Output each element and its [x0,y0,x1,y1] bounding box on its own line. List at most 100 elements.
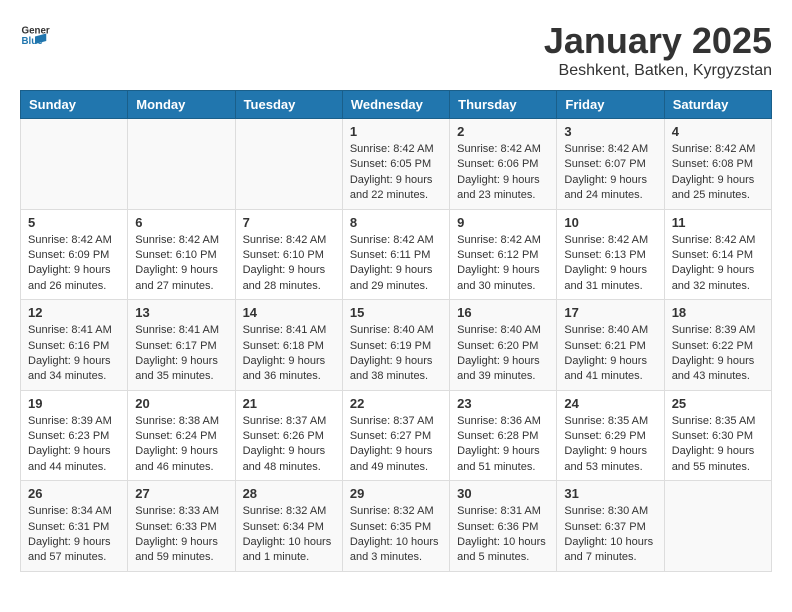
calendar-cell: 10 Sunrise: 8:42 AM Sunset: 6:13 PM Dayli… [557,209,664,300]
day-info: Sunrise: 8:34 AM Sunset: 6:31 PM Dayligh… [28,504,120,566]
day-info: Sunrise: 8:42 AM Sunset: 6:13 PM Dayligh… [564,233,656,295]
day-info: Sunrise: 8:35 AM Sunset: 6:29 PM Dayligh… [564,414,656,476]
calendar-cell: 8 Sunrise: 8:42 AM Sunset: 6:11 PM Daylig… [342,209,449,300]
day-number: 22 [350,396,442,411]
logo-icon: General Blue [20,20,50,50]
calendar: SundayMondayTuesdayWednesdayThursdayFrid… [20,90,772,572]
calendar-cell: 1 Sunrise: 8:42 AM Sunset: 6:05 PM Daylig… [342,119,449,210]
calendar-body: 1 Sunrise: 8:42 AM Sunset: 6:05 PM Daylig… [21,119,772,572]
day-info: Sunrise: 8:40 AM Sunset: 6:19 PM Dayligh… [350,323,442,385]
calendar-week-row: 19 Sunrise: 8:39 AM Sunset: 6:23 PM Dayli… [21,390,772,481]
day-number: 7 [243,215,335,230]
day-header: Saturday [664,91,771,119]
calendar-cell: 20 Sunrise: 8:38 AM Sunset: 6:24 PM Dayli… [128,390,235,481]
calendar-cell: 31 Sunrise: 8:30 AM Sunset: 6:37 PM Dayli… [557,481,664,572]
calendar-cell: 17Sunrise: 8:40 AM Sunset: 6:21 PM Dayli… [557,300,664,391]
day-number: 27 [135,486,227,501]
calendar-week-row: 12Sunrise: 8:41 AM Sunset: 6:16 PM Dayli… [21,300,772,391]
calendar-cell: 22 Sunrise: 8:37 AM Sunset: 6:27 PM Dayli… [342,390,449,481]
day-number: 1 [350,124,442,139]
day-number: 11 [672,215,764,230]
calendar-cell: 9 Sunrise: 8:42 AM Sunset: 6:12 PM Daylig… [450,209,557,300]
calendar-cell: 7 Sunrise: 8:42 AM Sunset: 6:10 PM Daylig… [235,209,342,300]
calendar-cell: 13 Sunrise: 8:41 AM Sunset: 6:17 PM Dayli… [128,300,235,391]
calendar-cell: 15 Sunrise: 8:40 AM Sunset: 6:19 PM Dayli… [342,300,449,391]
day-info: Sunrise: 8:40 AM Sunset: 6:20 PM Dayligh… [457,323,549,385]
month-title: January 2025 [544,20,772,62]
calendar-cell: 23 Sunrise: 8:36 AM Sunset: 6:28 PM Dayli… [450,390,557,481]
day-number: 19 [28,396,120,411]
calendar-cell: 6 Sunrise: 8:42 AM Sunset: 6:10 PM Daylig… [128,209,235,300]
day-header: Sunday [21,91,128,119]
calendar-cell: 18Sunrise: 8:39 AM Sunset: 6:22 PM Dayli… [664,300,771,391]
calendar-cell [235,119,342,210]
calendar-cell: 12Sunrise: 8:41 AM Sunset: 6:16 PM Dayli… [21,300,128,391]
day-header: Monday [128,91,235,119]
logo: General Blue [20,20,50,50]
day-number: 16 [457,305,549,320]
calendar-week-row: 1 Sunrise: 8:42 AM Sunset: 6:05 PM Daylig… [21,119,772,210]
location-title: Beshkent, Batken, Kyrgyzstan [544,62,772,80]
day-number: 15 [350,305,442,320]
day-number: 10 [564,215,656,230]
header: General Blue January 2025 Beshkent, Batk… [20,20,772,80]
calendar-cell: 25Sunrise: 8:35 AM Sunset: 6:30 PM Dayli… [664,390,771,481]
day-number: 21 [243,396,335,411]
day-header: Thursday [450,91,557,119]
day-info: Sunrise: 8:38 AM Sunset: 6:24 PM Dayligh… [135,414,227,476]
day-number: 24 [564,396,656,411]
day-number: 13 [135,305,227,320]
day-info: Sunrise: 8:39 AM Sunset: 6:22 PM Dayligh… [672,323,764,385]
calendar-cell: 30 Sunrise: 8:31 AM Sunset: 6:36 PM Dayli… [450,481,557,572]
day-info: Sunrise: 8:36 AM Sunset: 6:28 PM Dayligh… [457,414,549,476]
day-info: Sunrise: 8:31 AM Sunset: 6:36 PM Dayligh… [457,504,549,566]
day-number: 3 [564,124,656,139]
day-info: Sunrise: 8:30 AM Sunset: 6:37 PM Dayligh… [564,504,656,566]
day-header: Tuesday [235,91,342,119]
day-number: 26 [28,486,120,501]
day-info: Sunrise: 8:42 AM Sunset: 6:05 PM Dayligh… [350,142,442,204]
day-number: 29 [350,486,442,501]
day-info: Sunrise: 8:42 AM Sunset: 6:12 PM Dayligh… [457,233,549,295]
day-info: Sunrise: 8:35 AM Sunset: 6:30 PM Dayligh… [672,414,764,476]
day-number: 20 [135,396,227,411]
calendar-cell: 2Sunrise: 8:42 AM Sunset: 6:06 PM Daylig… [450,119,557,210]
day-number: 4 [672,124,764,139]
day-number: 6 [135,215,227,230]
day-number: 2 [457,124,549,139]
day-header: Friday [557,91,664,119]
calendar-cell: 4 Sunrise: 8:42 AM Sunset: 6:08 PM Daylig… [664,119,771,210]
calendar-cell: 19 Sunrise: 8:39 AM Sunset: 6:23 PM Dayli… [21,390,128,481]
day-info: Sunrise: 8:39 AM Sunset: 6:23 PM Dayligh… [28,414,120,476]
day-info: Sunrise: 8:42 AM Sunset: 6:11 PM Dayligh… [350,233,442,295]
day-info: Sunrise: 8:42 AM Sunset: 6:07 PM Dayligh… [564,142,656,204]
day-number: 30 [457,486,549,501]
svg-text:Blue: Blue [22,36,44,47]
calendar-cell: 16 Sunrise: 8:40 AM Sunset: 6:20 PM Dayli… [450,300,557,391]
calendar-cell: 29 Sunrise: 8:32 AM Sunset: 6:35 PM Dayli… [342,481,449,572]
day-info: Sunrise: 8:42 AM Sunset: 6:08 PM Dayligh… [672,142,764,204]
day-info: Sunrise: 8:32 AM Sunset: 6:34 PM Dayligh… [243,504,335,566]
calendar-cell [21,119,128,210]
day-number: 23 [457,396,549,411]
day-info: Sunrise: 8:32 AM Sunset: 6:35 PM Dayligh… [350,504,442,566]
day-info: Sunrise: 8:37 AM Sunset: 6:27 PM Dayligh… [350,414,442,476]
day-info: Sunrise: 8:40 AM Sunset: 6:21 PM Dayligh… [564,323,656,385]
day-info: Sunrise: 8:42 AM Sunset: 6:10 PM Dayligh… [135,233,227,295]
calendar-week-row: 5Sunrise: 8:42 AM Sunset: 6:09 PM Daylig… [21,209,772,300]
day-number: 8 [350,215,442,230]
days-header-row: SundayMondayTuesdayWednesdayThursdayFrid… [21,91,772,119]
day-info: Sunrise: 8:41 AM Sunset: 6:17 PM Dayligh… [135,323,227,385]
day-number: 31 [564,486,656,501]
title-area: January 2025 Beshkent, Batken, Kyrgyzsta… [544,20,772,80]
calendar-week-row: 26 Sunrise: 8:34 AM Sunset: 6:31 PM Dayli… [21,481,772,572]
day-header: Wednesday [342,91,449,119]
calendar-cell: 28 Sunrise: 8:32 AM Sunset: 6:34 PM Dayli… [235,481,342,572]
day-number: 9 [457,215,549,230]
day-number: 28 [243,486,335,501]
calendar-cell: 24 Sunrise: 8:35 AM Sunset: 6:29 PM Dayli… [557,390,664,481]
day-info: Sunrise: 8:42 AM Sunset: 6:10 PM Dayligh… [243,233,335,295]
calendar-cell: 5Sunrise: 8:42 AM Sunset: 6:09 PM Daylig… [21,209,128,300]
calendar-cell: 21Sunrise: 8:37 AM Sunset: 6:26 PM Dayli… [235,390,342,481]
day-number: 12 [28,305,120,320]
